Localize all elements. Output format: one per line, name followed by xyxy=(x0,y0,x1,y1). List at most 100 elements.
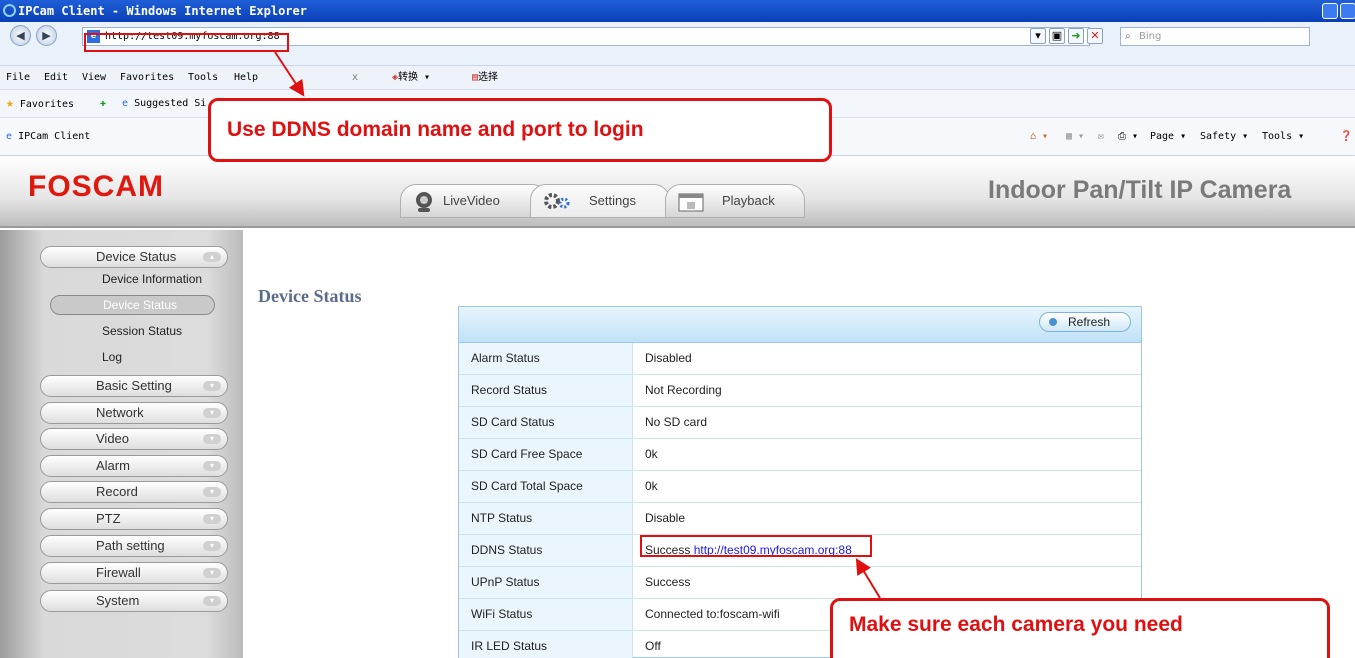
menu-favorites[interactable]: Favorites xyxy=(120,66,174,90)
chevron-down-icon: ▾ xyxy=(203,434,221,444)
sidebar-session-status[interactable]: Session Status xyxy=(102,324,182,338)
sidebar-device-status-active[interactable]: Device Status xyxy=(50,295,215,315)
window-title: IPCam Client - Windows Internet Explorer xyxy=(18,4,307,18)
sidebar-path-setting[interactable]: Path setting ▾ xyxy=(40,535,228,557)
forward-icon[interactable]: ▶ xyxy=(36,25,57,46)
chevron-down-icon: ▾ xyxy=(203,568,221,578)
page-menu[interactable]: Page ▾ xyxy=(1150,118,1186,156)
page-title: Device Status xyxy=(258,286,362,306)
url-highlight-box xyxy=(84,33,289,52)
home-icon[interactable]: ⌂ ▾ xyxy=(1030,118,1048,156)
row-value: Connected to:foscam-wifi xyxy=(645,607,780,621)
table-row: SD Card Free Space 0k xyxy=(459,439,1141,471)
tab-label: LiveVideo xyxy=(443,193,500,208)
row-value: Not Recording xyxy=(645,383,722,397)
tab-settings[interactable]: Settings xyxy=(530,184,670,218)
sidebar-record[interactable]: Record ▾ xyxy=(40,481,228,503)
refresh-button[interactable]: Refresh xyxy=(1039,312,1131,332)
row-value: 0k xyxy=(645,479,658,493)
row-value: Disable xyxy=(645,511,686,525)
sidebar-log[interactable]: Log xyxy=(102,350,122,364)
menu-help[interactable]: Help xyxy=(234,66,258,90)
table-row: UPnP Status Success xyxy=(459,567,1141,599)
window-titlebar: IPCam Client - Windows Internet Explorer xyxy=(0,0,1355,22)
sidebar-alarm[interactable]: Alarm ▾ xyxy=(40,455,228,477)
row-value: 0k xyxy=(645,447,658,461)
row-label: NTP Status xyxy=(459,503,633,534)
tab-livevideo[interactable]: LiveVideo xyxy=(400,184,548,218)
go-icon[interactable]: ➜ xyxy=(1068,28,1084,44)
row-label: DDNS Status xyxy=(459,535,633,566)
sidebar-device-status[interactable]: Device Status ▴ xyxy=(40,246,228,268)
chevron-down-icon: ▾ xyxy=(203,514,221,524)
search-input[interactable]: ⌕ Bing xyxy=(1120,27,1310,46)
search-placeholder: Bing xyxy=(1139,31,1162,42)
sidebar-firewall[interactable]: Firewall ▾ xyxy=(40,562,228,584)
chevron-up-icon: ▴ xyxy=(203,252,221,262)
help-icon[interactable]: ❓ xyxy=(1340,118,1352,156)
compat-view-icon[interactable]: ▣ xyxy=(1049,28,1065,44)
tab-playback[interactable]: Playback xyxy=(665,184,805,218)
gears-icon xyxy=(544,193,570,209)
chevron-down-icon: ▾ xyxy=(203,541,221,551)
chevron-down-icon: ▾ xyxy=(203,461,221,471)
sidebar-ptz[interactable]: PTZ ▾ xyxy=(40,508,228,530)
safety-menu[interactable]: Safety ▾ xyxy=(1200,118,1248,156)
row-label: WiFi Status xyxy=(459,599,633,630)
menu-view[interactable]: View xyxy=(82,66,106,90)
webcam-icon xyxy=(416,192,432,212)
close-toolbar-icon[interactable]: x xyxy=(352,66,358,90)
sidebar-network[interactable]: Network ▾ xyxy=(40,402,228,424)
sidebar-basic-setting[interactable]: Basic Setting ▾ xyxy=(40,375,228,397)
row-label: SD Card Free Space xyxy=(459,439,633,470)
menu-file[interactable]: File xyxy=(6,66,30,90)
row-label: Record Status xyxy=(459,375,633,406)
row-value: No SD card xyxy=(645,415,708,429)
print-icon[interactable]: ⎙ ▾ xyxy=(1118,118,1138,156)
dropdown-icon[interactable]: ▾ xyxy=(1030,28,1046,44)
menu-edit[interactable]: Edit xyxy=(44,66,68,90)
row-label: SD Card Total Space xyxy=(459,471,633,502)
row-value: Off xyxy=(645,639,661,653)
mail-icon[interactable]: ✉ xyxy=(1098,118,1104,156)
tab-label: Settings xyxy=(589,193,636,208)
ddns-highlight-box xyxy=(640,535,872,557)
sidebar-video[interactable]: Video ▾ xyxy=(40,428,228,450)
sidebar-system[interactable]: System ▾ xyxy=(40,590,228,612)
table-row: NTP Status Disable xyxy=(459,503,1141,535)
row-value: Success xyxy=(645,575,691,589)
feeds-icon[interactable]: ▦ ▾ xyxy=(1066,118,1084,156)
app-header: FOSCAM LiveVideo Settings Playback Indoo… xyxy=(0,156,1355,228)
ie-logo-icon xyxy=(3,4,16,17)
chevron-down-icon: ▾ xyxy=(203,596,221,606)
suggested-sites-button[interactable]: e Suggested Si xyxy=(122,90,206,118)
row-value: Disabled xyxy=(645,351,692,365)
table-row: Record Status Not Recording xyxy=(459,375,1141,407)
select-button[interactable]: ▤选择 xyxy=(472,66,498,90)
row-label: SD Card Status xyxy=(459,407,633,438)
film-icon xyxy=(678,193,704,212)
table-row: SD Card Status No SD card xyxy=(459,407,1141,439)
tools-menu[interactable]: Tools ▾ xyxy=(1262,118,1304,156)
chevron-down-icon: ▾ xyxy=(203,487,221,497)
menu-tools[interactable]: Tools xyxy=(188,66,218,90)
refresh-icon xyxy=(1049,318,1057,326)
back-icon[interactable]: ◀ xyxy=(10,25,31,46)
maximize-icon[interactable] xyxy=(1340,3,1355,19)
menu-bar: File Edit View Favorites Tools Help x ◈转… xyxy=(0,66,1355,90)
row-label: IR LED Status xyxy=(459,631,633,658)
table-row: Alarm Status Disabled xyxy=(459,343,1141,375)
product-name: Indoor Pan/Tilt IP Camera xyxy=(988,176,1292,204)
row-label: UPnP Status xyxy=(459,567,633,598)
add-favorite-icon[interactable]: ✚ xyxy=(100,90,106,118)
tab-label: Playback xyxy=(722,193,775,208)
favorites-button[interactable]: ★ Favorites xyxy=(6,90,74,119)
convert-button[interactable]: ◈转换 ▾ xyxy=(392,66,430,90)
star-icon: ★ xyxy=(6,96,14,111)
minimize-icon[interactable] xyxy=(1322,3,1338,19)
stop-icon[interactable]: ✕ xyxy=(1087,28,1103,44)
sidebar-device-information[interactable]: Device Information xyxy=(102,272,202,286)
search-icon: ⌕ xyxy=(1125,31,1131,42)
tab-ipcam-client[interactable]: e IPCam Client xyxy=(6,118,90,156)
callout-login-hint: Use DDNS domain name and port to login xyxy=(208,98,832,162)
